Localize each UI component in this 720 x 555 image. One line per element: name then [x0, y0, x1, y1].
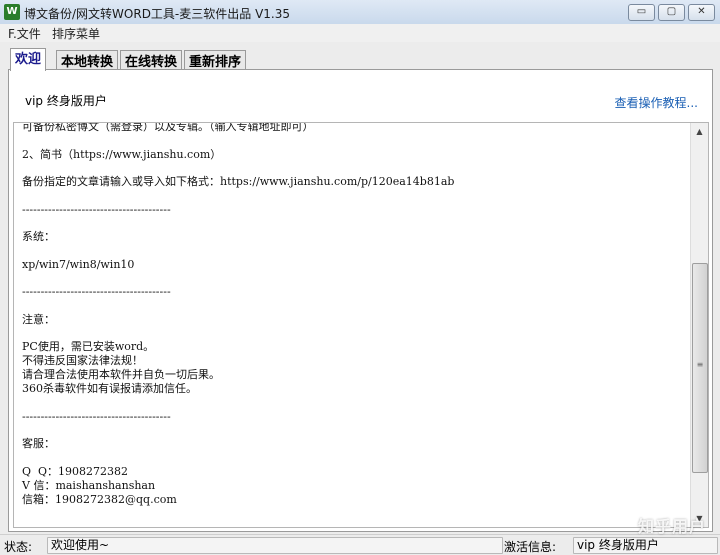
text-line — [22, 162, 682, 176]
menu-sort[interactable]: 排序菜单 — [52, 25, 100, 42]
text-line — [22, 244, 682, 258]
text-line: ---------------------------------------- — [22, 202, 171, 216]
text-line: 不得违反国家法律法规！ — [22, 354, 143, 367]
minimize-button[interactable]: ▭ — [628, 4, 655, 21]
text-line: 请合理合法使用本软件并自负一切后果。 — [22, 368, 220, 381]
text-line: xp/win7/win8/win10 — [22, 257, 135, 271]
maximize-button[interactable]: ▢ — [658, 4, 685, 21]
text-line — [22, 424, 682, 438]
text-line — [22, 327, 682, 341]
status-value: 欢迎使用~ — [47, 537, 503, 554]
maximize-icon: ▢ — [666, 6, 677, 17]
close-button[interactable]: ✕ — [688, 4, 715, 21]
welcome-panel: vip 终身版用户 查看操作教程... 可备份私密博文（需登录）以及专辑。（输入… — [8, 69, 713, 532]
text-line — [22, 396, 682, 410]
watermark: 知乎用户 — [637, 517, 706, 536]
grip-icon: ≡ — [696, 360, 704, 369]
text-line: 备份指定的文章请输入或导入如下格式：https://www.jianshu.co… — [22, 175, 455, 188]
text-line: 客服： — [22, 437, 55, 450]
text-line: 2、简书（https://www.jianshu.com） — [22, 147, 222, 161]
close-icon: ✕ — [697, 6, 706, 17]
text-line — [22, 189, 682, 203]
status-label: 状态: — [4, 540, 33, 554]
tab-local-convert[interactable]: 本地转换 — [56, 50, 119, 70]
menu-bar: F.文件 排序菜单 — [0, 24, 720, 42]
text-line: PC使用，需已安装word。 — [22, 340, 155, 353]
tab-resort[interactable]: 重新排序 — [184, 50, 247, 70]
text-line: 信箱：1908272382@qq.com — [22, 492, 177, 506]
info-textbox[interactable]: 可备份私密博文（需登录）以及专辑。（输入专辑地址即可） 2、简书（https://… — [13, 122, 709, 528]
text-line: V 信：maishanshanshan — [22, 478, 156, 492]
text-line — [22, 272, 682, 286]
text-line — [22, 217, 682, 231]
minimize-icon: ▭ — [636, 6, 647, 17]
vertical-scrollbar[interactable]: ▲ ≡ ▼ — [690, 123, 708, 527]
scroll-up-icon[interactable]: ▲ — [691, 123, 708, 140]
menu-file[interactable]: F.文件 — [8, 25, 41, 42]
window-title: 博文备份/网文转WORD工具-麦三软件出品 V1.35 — [24, 7, 291, 21]
info-text: 可备份私密博文（需登录）以及专辑。（输入专辑地址即可） 2、简书（https://… — [22, 122, 682, 507]
user-label: vip 终身版用户 — [25, 94, 107, 108]
scroll-thumb[interactable]: ≡ — [692, 263, 708, 473]
text-line: Q Q：1908272382 — [22, 464, 129, 478]
activation-value: vip 终身版用户 — [573, 537, 718, 554]
status-bar: 状态: 欢迎使用~ 激活信息: vip 终身版用户 — [0, 534, 720, 555]
tab-online-convert[interactable]: 在线转换 — [120, 50, 183, 70]
text-line: 可备份私密博文（需登录）以及专辑。（输入专辑地址即可） — [22, 122, 314, 133]
text-line: 360杀毒软件如有误报请添加信任。 — [22, 382, 197, 395]
text-line: ---------------------------------------- — [22, 285, 171, 298]
text-line — [22, 451, 682, 465]
text-line: 注意： — [22, 312, 55, 326]
text-line: 系统： — [22, 230, 55, 243]
activation-label: 激活信息: — [504, 540, 557, 554]
text-line — [22, 134, 682, 148]
title-bar: W 博文备份/网文转WORD工具-麦三软件出品 V1.35 ▭ ▢ ✕ — [0, 0, 720, 25]
text-line — [22, 299, 682, 313]
help-tutorial-link[interactable]: 查看操作教程... — [615, 94, 698, 111]
app-w-icon: W — [4, 4, 20, 20]
tab-welcome[interactable]: 欢迎 — [10, 48, 47, 71]
text-line: ---------------------------------------- — [22, 409, 171, 423]
